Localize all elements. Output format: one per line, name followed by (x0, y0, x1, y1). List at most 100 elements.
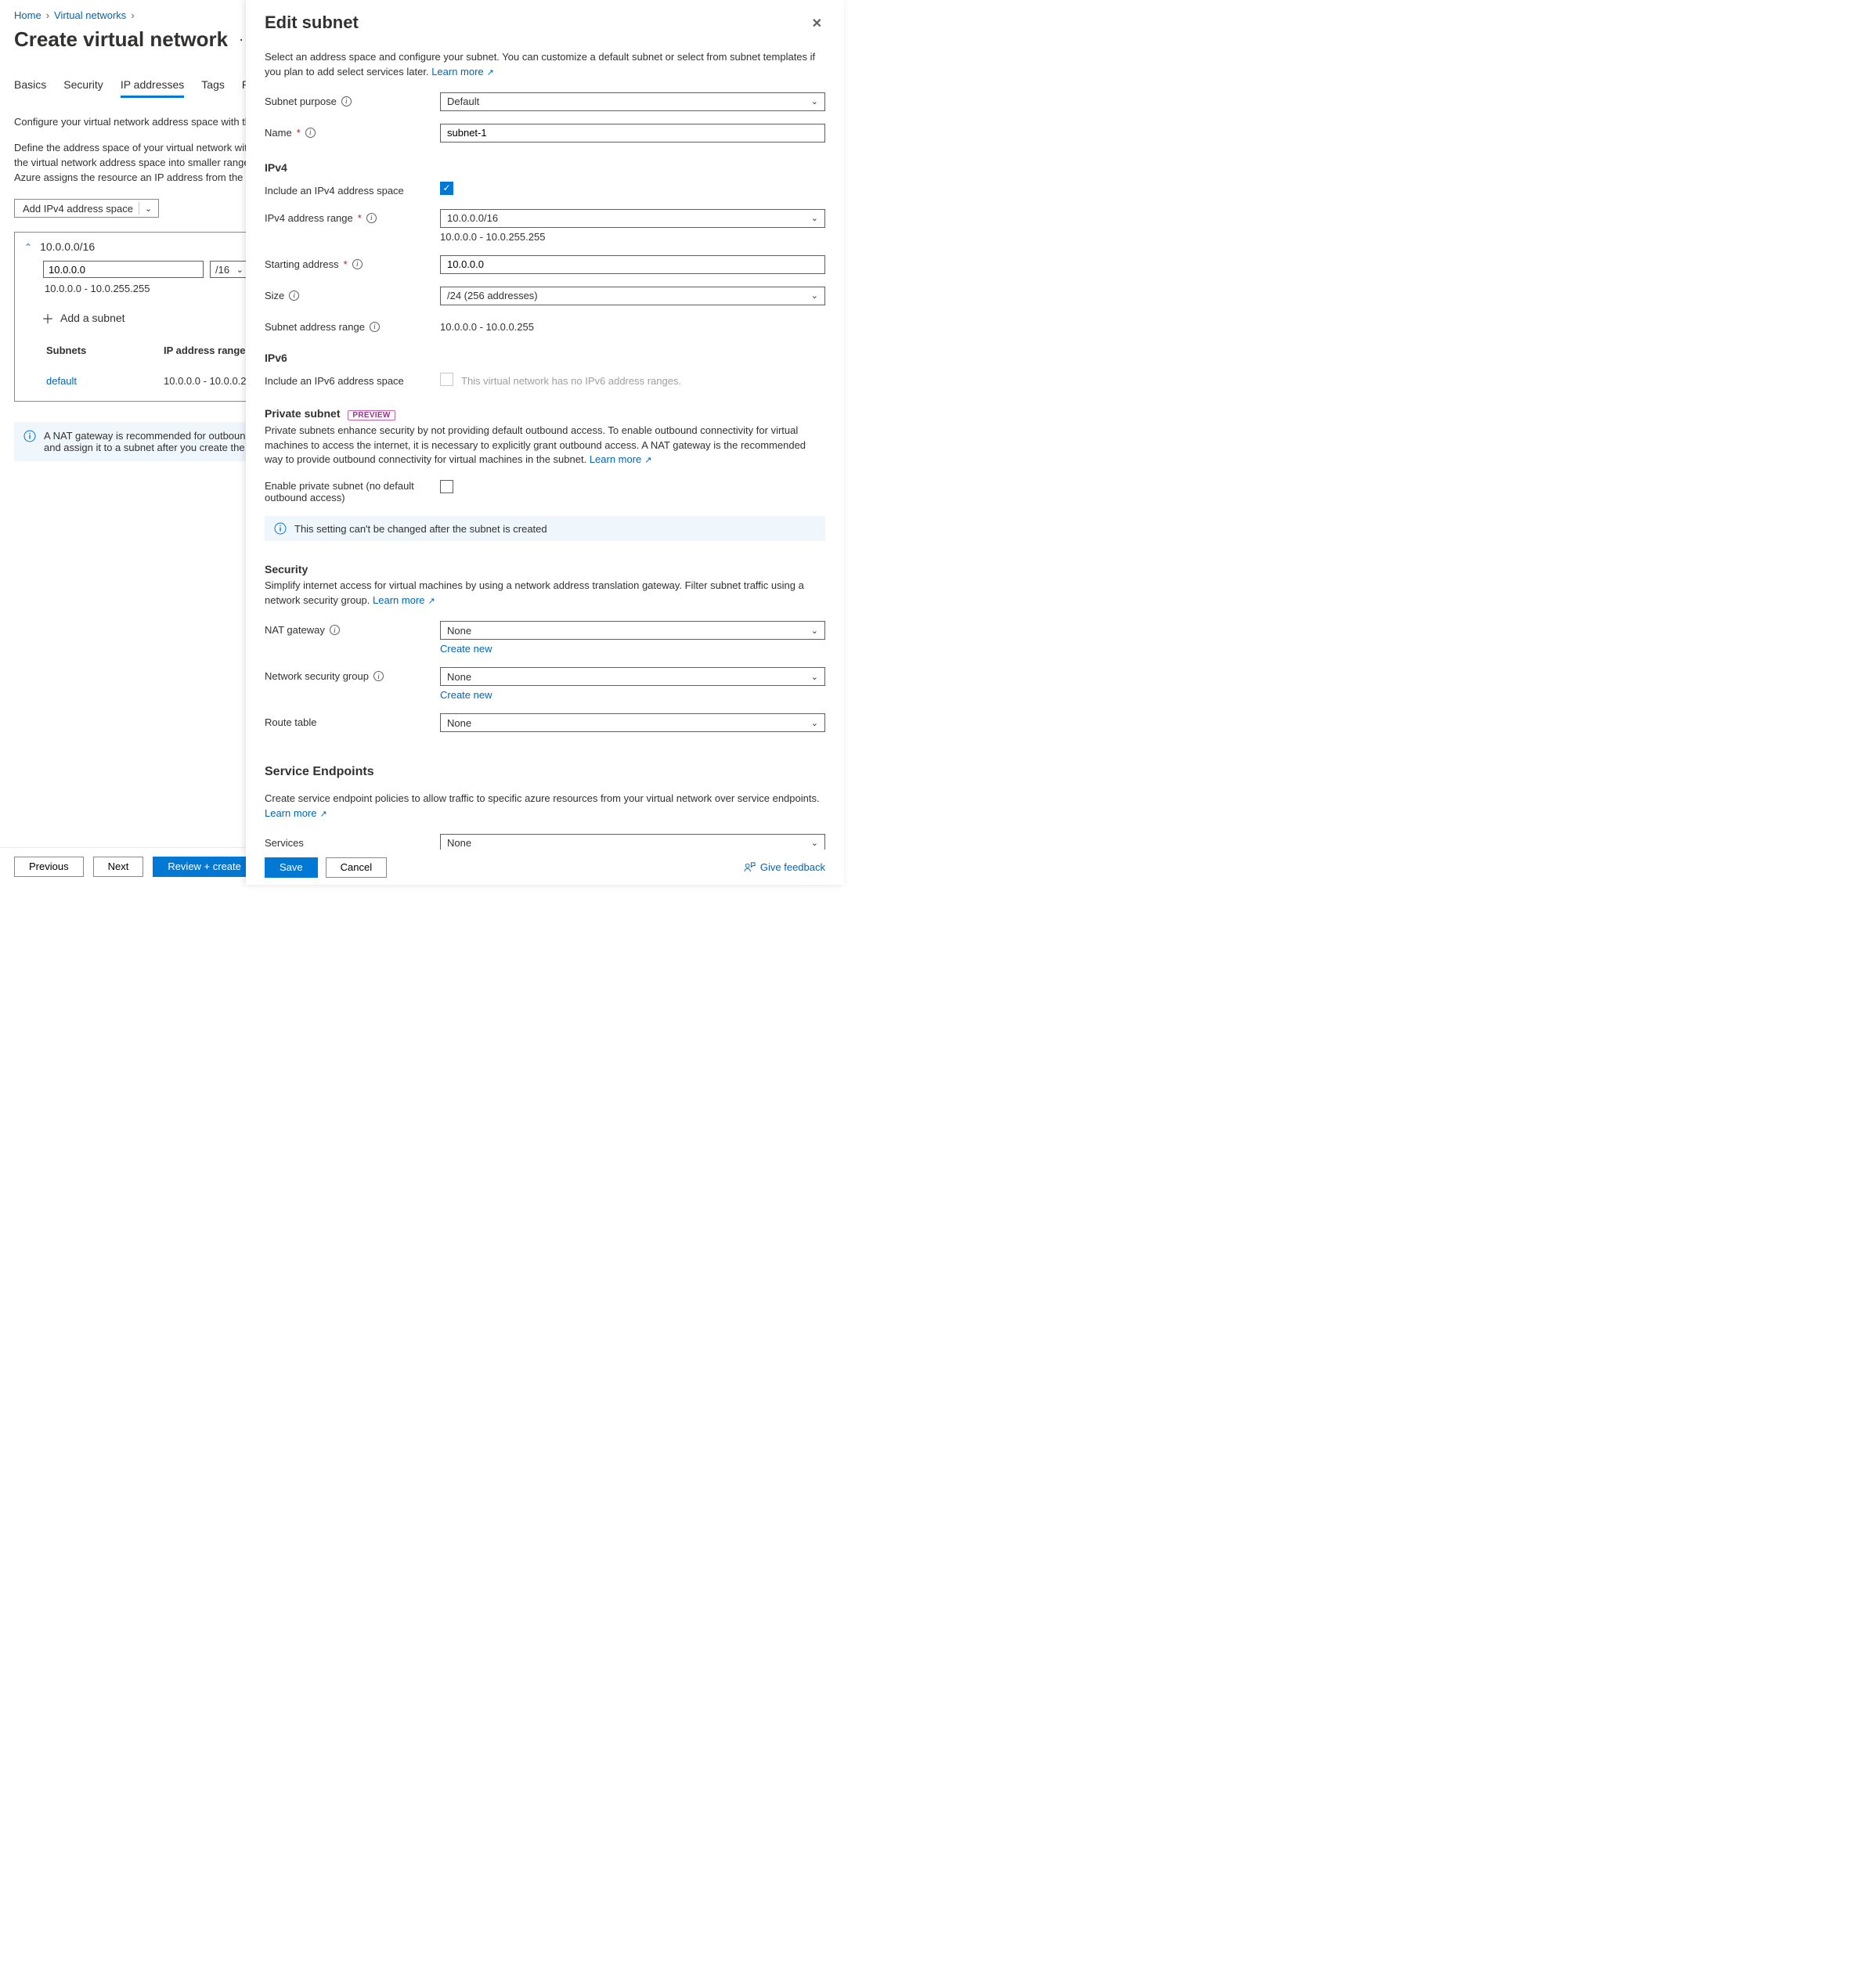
private-warning-banner: This setting can't be changed after the … (265, 516, 825, 541)
previous-button[interactable]: Previous (14, 857, 84, 877)
address-cidr: 10.0.0.0/16 (40, 240, 95, 253)
tab-basics[interactable]: Basics (14, 78, 46, 98)
add-ipv4-space-button[interactable]: Add IPv4 address space ⌄ (14, 199, 159, 218)
route-table-select[interactable]: None ⌄ (440, 713, 825, 732)
route-table-value: None (447, 717, 471, 729)
tab-tags[interactable]: Tags (201, 78, 225, 98)
info-icon[interactable]: i (352, 259, 363, 269)
address-prefix-value: /16 (215, 264, 229, 276)
info-icon[interactable]: i (370, 322, 380, 332)
person-feedback-icon (744, 861, 756, 873)
subnet-range-value: 10.0.0.0 - 10.0.0.255 (440, 321, 534, 333)
chevron-down-icon: ⌄ (811, 838, 818, 848)
starting-address-label: Starting address (265, 258, 339, 270)
give-feedback-label: Give feedback (760, 861, 825, 873)
address-range-text: 10.0.0.0 - 10.0.255.255 (45, 283, 150, 294)
size-value: /24 (256 addresses) (447, 290, 538, 301)
panel-intro-text: Select an address space and configure yo… (265, 51, 815, 78)
nsg-select[interactable]: None ⌄ (440, 667, 825, 686)
nsg-label: Network security group (265, 670, 369, 682)
services-label: Services (265, 837, 304, 849)
info-icon[interactable]: i (289, 290, 299, 301)
add-subnet-label: Add a subnet (60, 312, 125, 324)
page-title: Create virtual network (14, 27, 228, 52)
panel-footer: Save Cancel Give feedback (246, 850, 844, 885)
subnets-header: Subnets (46, 345, 164, 356)
give-feedback-link[interactable]: Give feedback (744, 861, 825, 873)
subnet-range-label: Subnet address range (265, 321, 365, 333)
preview-badge: PREVIEW (348, 410, 395, 420)
breadcrumb-home[interactable]: Home (14, 9, 41, 21)
nat-gateway-select[interactable]: None ⌄ (440, 621, 825, 640)
info-icon[interactable]: i (341, 96, 352, 106)
chevron-down-icon: ⌄ (811, 718, 818, 728)
name-label: Name (265, 127, 292, 139)
endpoints-section-header: Service Endpoints (265, 765, 825, 779)
ipv4-range-value: 10.0.0.0/16 (447, 212, 498, 224)
chevron-down-icon: ⌄ (811, 96, 818, 106)
ipv4-section-header: IPv4 (265, 161, 825, 174)
breadcrumb-sep: › (131, 9, 134, 21)
nsg-create-new-link[interactable]: Create new (440, 689, 492, 701)
include-ipv6-label: Include an IPv6 address space (265, 375, 404, 387)
external-link-icon: ↗ (319, 810, 326, 819)
ipv4-range-hint: 10.0.0.0 - 10.0.255.255 (440, 231, 825, 243)
subnet-name-link[interactable]: default (46, 375, 77, 387)
chevron-up-icon[interactable]: ⌄ (24, 241, 32, 252)
info-icon (274, 522, 287, 535)
ipv4-range-select[interactable]: 10.0.0.0/16 ⌄ (440, 209, 825, 228)
chevron-down-icon[interactable]: ⌄ (145, 204, 152, 214)
address-ip-input[interactable] (43, 261, 204, 278)
services-value: None (447, 837, 471, 849)
info-icon[interactable]: i (366, 213, 377, 223)
info-icon (23, 430, 36, 442)
ipv4-range-label: IPv4 address range (265, 212, 353, 224)
private-subnet-header: Private subnet (265, 407, 340, 420)
next-button[interactable]: Next (93, 857, 144, 877)
chevron-down-icon: ⌄ (811, 626, 818, 636)
info-icon[interactable]: i (373, 671, 384, 681)
subnet-purpose-label: Subnet purpose (265, 96, 337, 107)
plus-icon: ＋ (41, 308, 54, 327)
nat-gateway-label: NAT gateway (265, 624, 325, 636)
add-ipv4-space-label: Add IPv4 address space (23, 203, 133, 215)
tab-security[interactable]: Security (63, 78, 103, 98)
route-table-label: Route table (265, 716, 317, 728)
size-select[interactable]: /24 (256 addresses) ⌄ (440, 287, 825, 305)
name-input[interactable] (440, 124, 825, 143)
private-warning-text: This setting can't be changed after the … (294, 523, 547, 535)
services-select[interactable]: None ⌄ (440, 834, 825, 850)
panel-learn-more-link[interactable]: Learn more↗ (431, 66, 494, 78)
endpoints-learn-more-link[interactable]: Learn more↗ (265, 807, 327, 819)
private-learn-more-link[interactable]: Learn more↗ (590, 453, 652, 465)
security-learn-more-link[interactable]: Learn more↗ (373, 594, 435, 606)
include-ipv4-label: Include an IPv4 address space (265, 185, 404, 197)
review-create-button[interactable]: Review + create (153, 857, 256, 877)
chevron-down-icon: ⌄ (811, 290, 818, 301)
include-ipv4-checkbox[interactable]: ✓ (440, 182, 453, 195)
include-ipv6-checkbox (440, 373, 453, 386)
size-label: Size (265, 290, 284, 301)
tab-ip-addresses[interactable]: IP addresses (121, 78, 184, 98)
info-icon[interactable]: i (305, 128, 316, 138)
chevron-down-icon: ⌄ (236, 265, 244, 275)
security-desc: Simplify internet access for virtual mac… (265, 579, 804, 606)
external-link-icon: ↗ (487, 68, 494, 78)
ipv6-section-header: IPv6 (265, 352, 825, 364)
starting-address-input[interactable] (440, 255, 825, 274)
save-button[interactable]: Save (265, 857, 318, 878)
enable-private-checkbox[interactable] (440, 480, 453, 493)
cancel-button[interactable]: Cancel (326, 857, 387, 878)
nat-create-new-link[interactable]: Create new (440, 643, 492, 655)
breadcrumb-sep: › (46, 9, 49, 21)
nsg-value: None (447, 671, 471, 683)
enable-private-label: Enable private subnet (no default outbou… (265, 480, 440, 503)
close-icon[interactable]: ✕ (809, 13, 825, 34)
address-prefix-select[interactable]: /16 ⌄ (210, 261, 249, 278)
breadcrumb-vnets[interactable]: Virtual networks (54, 9, 126, 21)
endpoints-desc: Create service endpoint policies to allo… (265, 792, 820, 804)
subnet-purpose-select[interactable]: Default ⌄ (440, 92, 825, 111)
chevron-down-icon: ⌄ (811, 672, 818, 682)
info-icon[interactable]: i (330, 625, 340, 635)
external-link-icon: ↗ (428, 597, 435, 606)
